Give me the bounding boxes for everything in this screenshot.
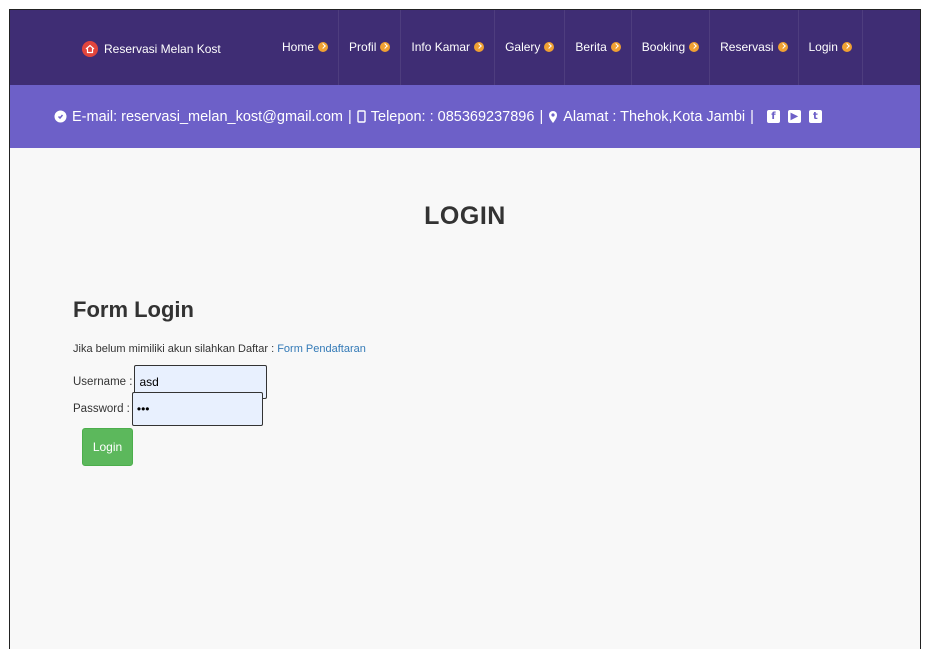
facebook-icon[interactable]: f <box>766 110 780 123</box>
nav-label: Berita <box>575 39 607 54</box>
nav-item-reservasi[interactable]: Reservasi <box>710 10 799 85</box>
chevron-circle-icon <box>689 41 700 52</box>
nav-label: Booking <box>641 39 686 54</box>
browser-viewport: Reservasi Melan Kost Home Profil Info Ka… <box>9 9 921 649</box>
nav-item-login[interactable]: Login <box>799 10 863 85</box>
separator: | <box>750 108 754 125</box>
separator: | <box>539 108 544 125</box>
brand[interactable]: Reservasi Melan Kost <box>82 41 221 57</box>
chevron-circle-icon <box>544 41 555 52</box>
phone-icon <box>357 110 366 123</box>
register-note: Jika belum mimiliki akun silahkan Daftar… <box>73 343 366 355</box>
chevron-circle-icon <box>318 41 329 52</box>
page-title: LOGIN <box>424 202 506 230</box>
nav-label: Home <box>282 39 315 54</box>
contact-info-bar: E-mail: reservasi_melan_kost@gmail.com |… <box>10 85 920 148</box>
twitter-icon[interactable]: t <box>808 110 822 123</box>
chevron-circle-icon <box>474 41 485 52</box>
password-row: Password : <box>73 392 263 426</box>
email-text: E-mail: reservasi_melan_kost@gmail.com <box>72 108 343 125</box>
map-marker-icon <box>548 110 558 124</box>
phone-text: Telepon: : 085369237896 <box>370 108 535 125</box>
nav-item-booking[interactable]: Booking <box>632 10 711 85</box>
register-note-text: Jika belum mimiliki akun silahkan Daftar… <box>73 343 278 355</box>
address-text: Alamat : Thehok,Kota Jambi <box>563 108 746 125</box>
nav-item-info-kamar[interactable]: Info Kamar <box>401 10 496 85</box>
chevron-circle-icon <box>380 41 391 52</box>
separator: | <box>347 108 352 125</box>
login-button[interactable]: Login <box>82 428 133 466</box>
nav-item-home[interactable]: Home <box>272 10 340 85</box>
top-navbar: Reservasi Melan Kost Home Profil Info Ka… <box>10 10 920 85</box>
brand-label: Reservasi Melan Kost <box>104 42 221 56</box>
register-link[interactable]: Form Pendaftaran <box>277 343 366 355</box>
chevron-circle-icon <box>777 41 788 52</box>
nav-label: Galery <box>505 39 541 54</box>
form-title: Form Login <box>73 297 194 322</box>
username-label: Username : <box>73 376 133 388</box>
main-nav: Home Profil Info Kamar Galery Berita Boo… <box>272 10 863 85</box>
nav-item-berita[interactable]: Berita <box>565 10 632 85</box>
youtube-icon[interactable]: ▶ <box>787 110 801 123</box>
nav-label: Profil <box>349 39 377 54</box>
chevron-circle-icon <box>841 41 852 52</box>
nav-item-profil[interactable]: Profil <box>339 10 402 85</box>
password-input[interactable] <box>131 392 263 426</box>
chevron-circle-icon <box>610 41 621 52</box>
password-label: Password : <box>73 403 130 415</box>
house-logo-icon <box>82 41 98 57</box>
location-circle-icon <box>54 110 67 123</box>
nav-label: Info Kamar <box>411 39 471 54</box>
nav-label: Login <box>808 39 838 54</box>
nav-label: Reservasi <box>720 39 774 54</box>
nav-item-galery[interactable]: Galery <box>495 10 566 85</box>
